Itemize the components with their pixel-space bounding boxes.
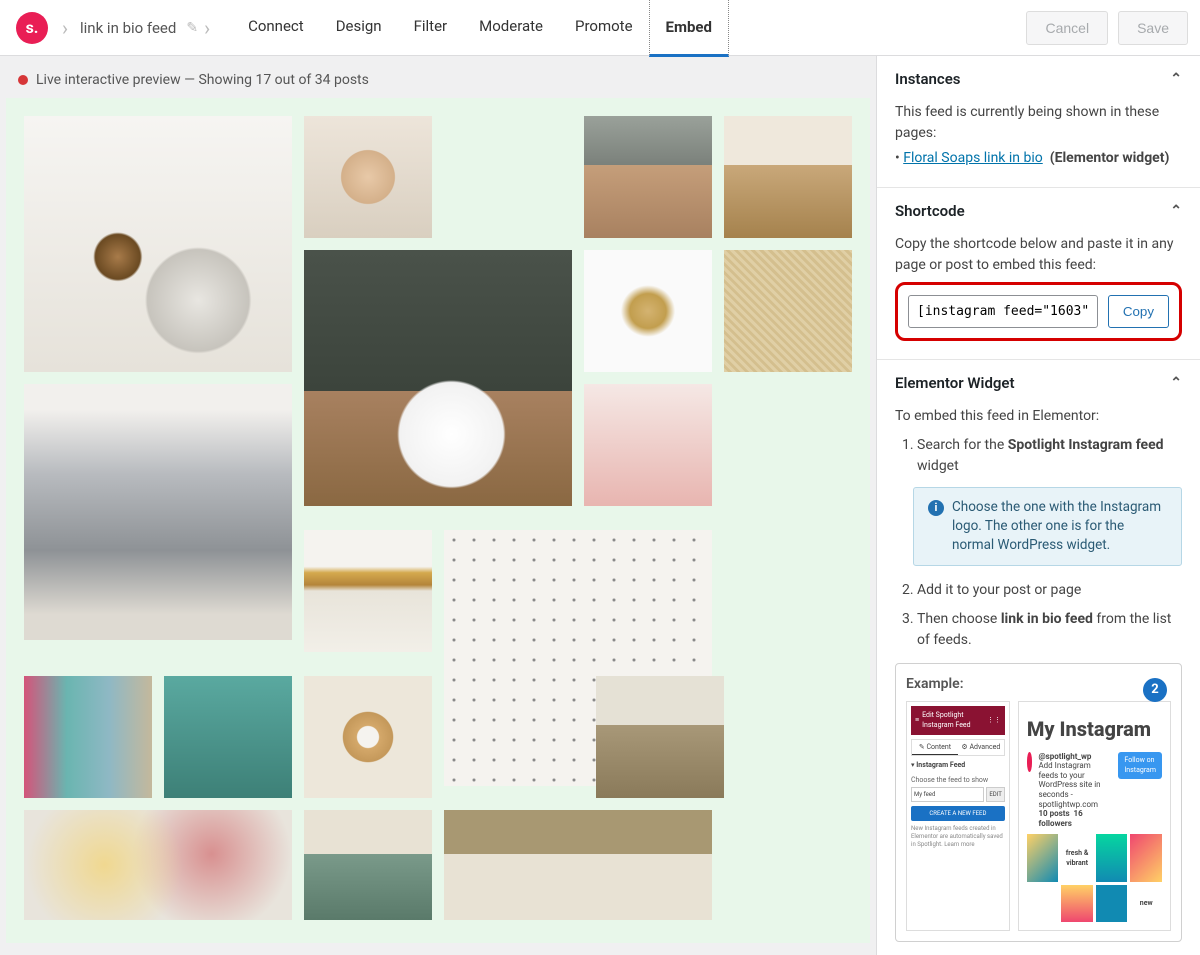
feed-tile[interactable] (724, 116, 852, 238)
example-box: Example: 2 ≡Edit Spotlight Instagram Fee… (895, 663, 1182, 942)
elementor-step-3: Then choose link in bio feed from the li… (917, 609, 1182, 651)
instance-type: (Elementor widget) (1050, 150, 1170, 166)
feed-tile[interactable] (596, 676, 724, 798)
avatar-icon (1027, 752, 1033, 772)
tab-moderate[interactable]: Moderate (463, 0, 559, 57)
feed-tile[interactable] (164, 676, 292, 798)
status-text: Live interactive preview — Showing 17 ou… (36, 72, 369, 88)
chevron-up-icon: ⌃ (1170, 375, 1182, 391)
feed-tile[interactable] (724, 250, 852, 372)
follow-button: Follow on Instagram (1118, 752, 1162, 779)
app-logo: s. (16, 12, 48, 44)
section-header-shortcode[interactable]: Shortcode ⌃ (877, 188, 1200, 234)
tab-connect[interactable]: Connect (232, 0, 320, 57)
section-elementor: Elementor Widget ⌃ To embed this feed in… (877, 360, 1200, 955)
main-content: Live interactive preview — Showing 17 ou… (0, 56, 1200, 955)
feed-tile[interactable] (584, 116, 712, 238)
feed-name: link in bio feed (80, 19, 176, 37)
cancel-button[interactable]: Cancel (1026, 11, 1108, 45)
feed-tile[interactable] (24, 810, 292, 920)
tab-filter[interactable]: Filter (398, 0, 464, 57)
copy-button[interactable]: Copy (1108, 295, 1169, 328)
example-label: Example: (906, 674, 1171, 695)
shortcode-text: Copy the shortcode below and paste it in… (895, 234, 1182, 276)
chevron-right-icon: › (204, 16, 210, 40)
section-header-elementor[interactable]: Elementor Widget ⌃ (877, 360, 1200, 406)
feed-tile[interactable] (24, 676, 152, 798)
elementor-step-1: Search for the Spotlight Instagram feed … (917, 435, 1182, 477)
elementor-step-2: Add it to your post or page (917, 580, 1182, 601)
feed-tile[interactable] (304, 530, 432, 652)
live-dot-icon (18, 75, 28, 85)
tab-design[interactable]: Design (320, 0, 398, 57)
info-icon: i (928, 500, 944, 516)
chevron-up-icon: ⌃ (1170, 71, 1182, 87)
example-preview: My Instagram @spotlight_wp Add Instagram… (1018, 701, 1171, 931)
shortcode-input[interactable] (908, 295, 1098, 328)
shortcode-highlight: Copy (895, 282, 1182, 341)
chevron-right-icon: › (62, 16, 68, 40)
top-bar: s. › link in bio feed ✎ › Connect Design… (0, 0, 1200, 56)
settings-panel: Instances ⌃ This feed is currently being… (876, 56, 1200, 955)
feed-tile[interactable] (304, 676, 432, 798)
feed-tile[interactable] (584, 384, 712, 506)
feed-tile[interactable] (24, 116, 292, 372)
elementor-intro: To embed this feed in Elementor: (895, 406, 1182, 427)
save-button[interactable]: Save (1118, 11, 1188, 45)
tip-box: i Choose the one with the Instagram logo… (913, 487, 1182, 566)
feed-tile[interactable] (304, 116, 432, 238)
preview-panel: Live interactive preview — Showing 17 ou… (0, 56, 876, 955)
example-elementor-panel: ≡Edit Spotlight Instagram Feed⋮⋮ ✎ Conte… (906, 701, 1010, 931)
section-header-instances[interactable]: Instances ⌃ (877, 56, 1200, 102)
tab-promote[interactable]: Promote (559, 0, 649, 57)
instances-text: This feed is currently being shown in th… (895, 102, 1182, 144)
preview-status: Live interactive preview — Showing 17 ou… (6, 68, 870, 98)
pencil-icon[interactable]: ✎ (186, 20, 198, 36)
feed-tile[interactable] (584, 250, 712, 372)
section-title: Instances (895, 70, 961, 88)
section-instances: Instances ⌃ This feed is currently being… (877, 56, 1200, 188)
feed-tile[interactable] (444, 810, 712, 920)
example-title: My Instagram (1027, 714, 1162, 744)
chevron-up-icon: ⌃ (1170, 203, 1182, 219)
tab-embed[interactable]: Embed (649, 0, 729, 57)
example-badge: 2 (1143, 678, 1167, 702)
feed-gallery (6, 98, 870, 943)
nav-tabs: Connect Design Filter Moderate Promote E… (232, 0, 729, 57)
section-title: Shortcode (895, 202, 965, 220)
section-shortcode: Shortcode ⌃ Copy the shortcode below and… (877, 188, 1200, 360)
tip-text: Choose the one with the Instagram logo. … (952, 498, 1167, 555)
section-title: Elementor Widget (895, 374, 1015, 392)
feed-tile[interactable] (304, 810, 432, 920)
instance-link[interactable]: Floral Soaps link in bio (903, 150, 1043, 166)
